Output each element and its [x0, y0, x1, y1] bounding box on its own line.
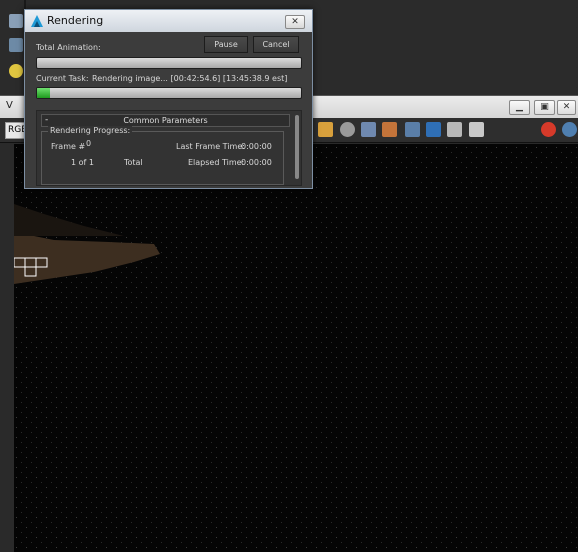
pause-button[interactable]: Pause	[204, 36, 248, 53]
frame-value: 0	[86, 139, 92, 148]
close-button[interactable]: ✕	[557, 100, 576, 115]
stop-render-icon[interactable]	[541, 122, 556, 137]
render-canvas	[14, 144, 578, 552]
elapsed-time-label: Elapsed Time:	[188, 158, 245, 167]
teapot-icon[interactable]	[562, 122, 577, 137]
collapse-toggle[interactable]: -	[45, 115, 48, 126]
restore-button[interactable]: ▣	[534, 100, 555, 115]
dialog-titlebar: Rendering ✕	[25, 10, 312, 32]
frame-buffer-title: V	[6, 100, 13, 111]
light-bulb-icon[interactable]	[9, 64, 23, 78]
common-parameters-title: Common Parameters	[123, 116, 208, 125]
last-frame-time-label: Last Frame Time:	[176, 142, 245, 151]
rendering-progress-title: Rendering Progress:	[48, 126, 133, 135]
dialog-close-button[interactable]: ✕	[285, 15, 305, 29]
channel-icon[interactable]	[447, 122, 462, 137]
render-image	[14, 144, 578, 552]
open-folder-icon[interactable]	[318, 122, 333, 137]
dialog-title: Rendering	[47, 14, 104, 27]
compare-icon[interactable]	[426, 122, 441, 137]
current-task-value: Rendering image... [00:42:54.6] [13:45:3…	[92, 74, 288, 83]
panel-scrollbar[interactable]	[295, 115, 299, 179]
last-frame-time-value: 0:00:00	[241, 142, 272, 151]
app-logo-icon	[31, 15, 43, 27]
common-parameters-panel: - Common Parameters Rendering Progress: …	[36, 110, 302, 186]
current-task-progress-fill	[37, 88, 51, 98]
frame-label: Frame #	[51, 142, 86, 151]
total-label: Total	[124, 158, 143, 167]
display-icon[interactable]	[469, 122, 484, 137]
elapsed-time-value: 0:00:00	[241, 158, 272, 167]
current-task-label: Current Task:	[36, 74, 89, 83]
clear-icon[interactable]	[340, 122, 355, 137]
current-task-progress	[36, 87, 302, 99]
total-animation-progress	[36, 57, 302, 69]
cancel-button[interactable]: Cancel	[253, 36, 299, 53]
minimize-button[interactable]: ▁	[509, 100, 530, 115]
rendering-dialog: Rendering ✕ Total Animation: Pause Cance…	[24, 9, 313, 189]
copy-icon[interactable]	[361, 122, 376, 137]
save-icon[interactable]	[405, 122, 420, 137]
total-animation-label: Total Animation:	[36, 43, 101, 52]
rendering-progress-group: Rendering Progress: Frame # 0 1 of 1 Tot…	[41, 126, 284, 185]
frame-count: 1 of 1	[71, 158, 94, 167]
render-setup-icon[interactable]	[9, 14, 23, 28]
region-icon[interactable]	[382, 122, 397, 137]
render-frame-icon[interactable]	[9, 38, 23, 52]
